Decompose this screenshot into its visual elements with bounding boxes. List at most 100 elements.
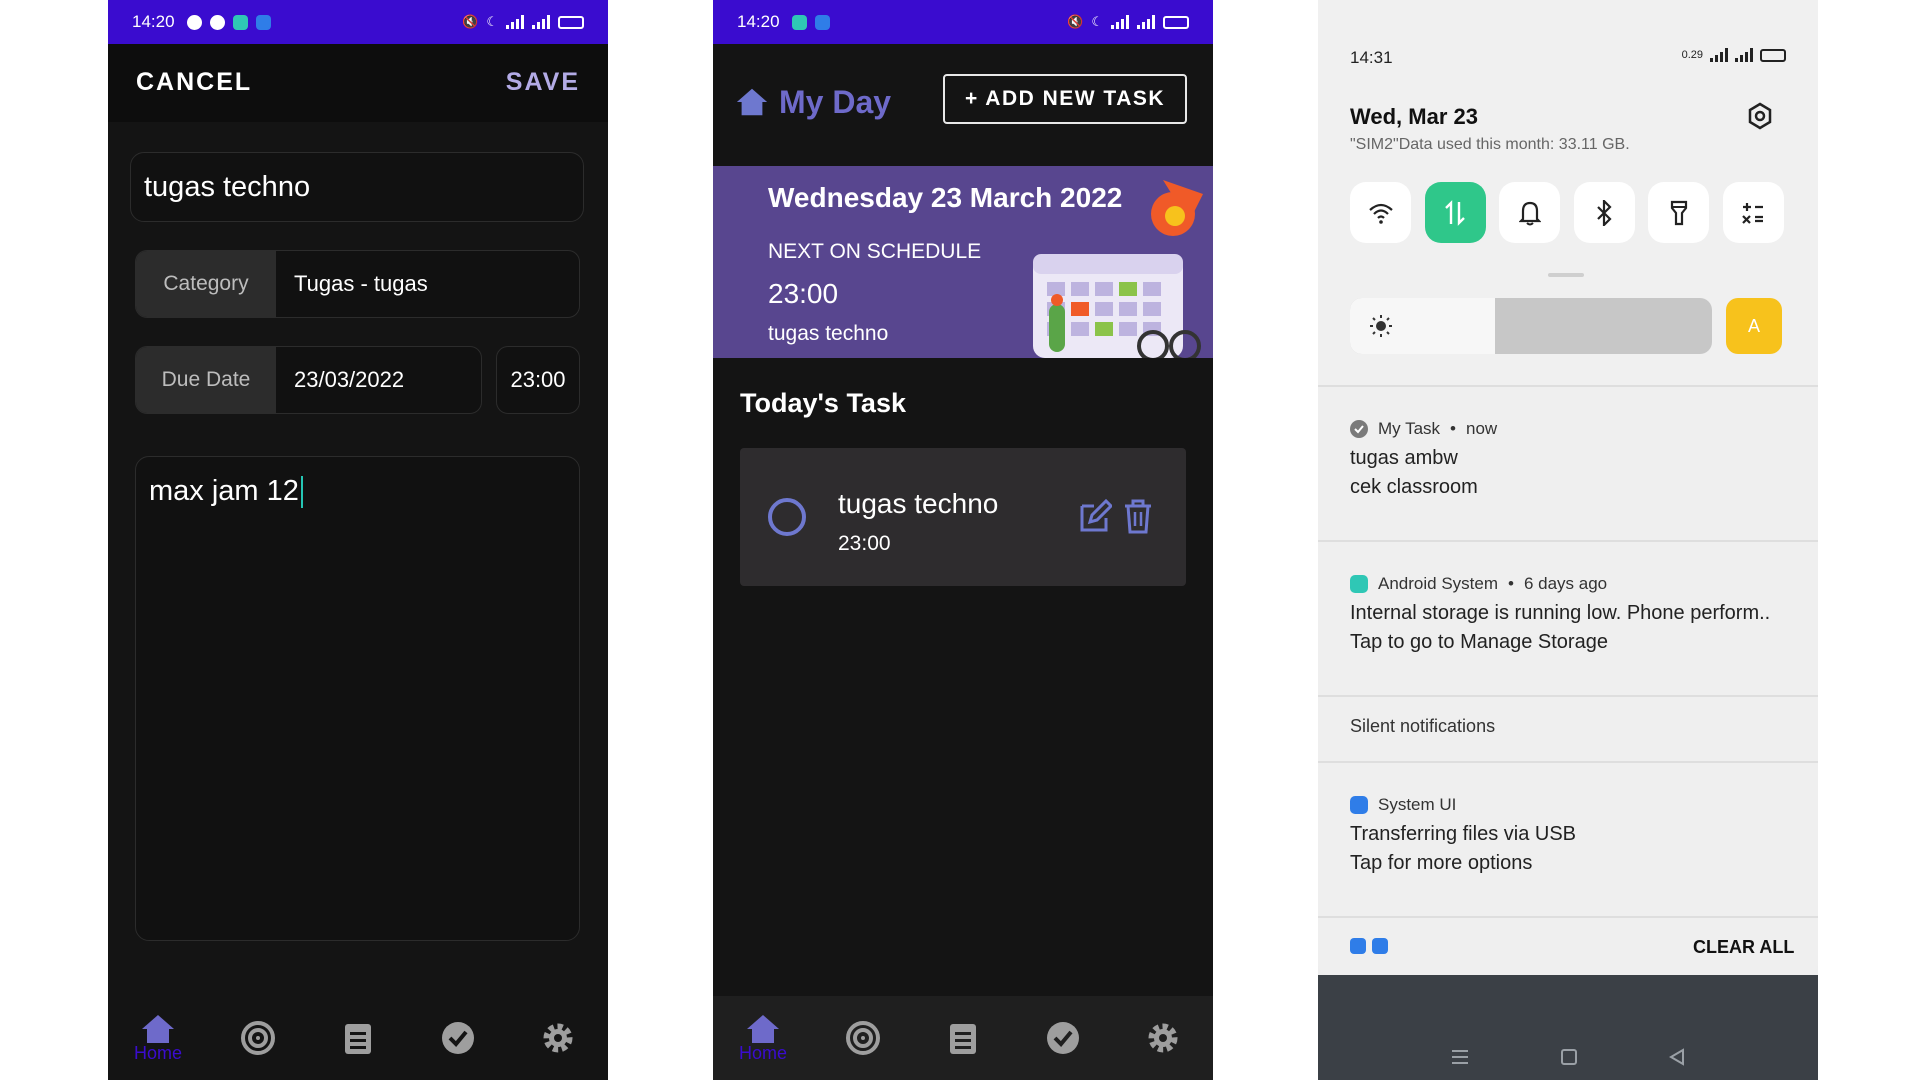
nav-goals[interactable] — [828, 1020, 898, 1056]
collapsed-app-icons — [1350, 938, 1388, 954]
edit-header: CANCEL SAVE — [108, 44, 608, 122]
notification-header: Android System • 6 days ago — [1350, 574, 1818, 594]
auto-brightness-button[interactable]: A — [1726, 298, 1782, 354]
drag-handle[interactable] — [1548, 273, 1584, 277]
notification-line-1: Internal storage is running low. Phone p… — [1350, 602, 1771, 624]
save-button[interactable]: SAVE — [506, 68, 580, 97]
task-complete-toggle[interactable] — [768, 498, 806, 536]
category-value: Tugas - tugas — [294, 271, 428, 296]
nav-tasks[interactable] — [323, 1020, 393, 1056]
gallery-app-icon — [1350, 938, 1366, 954]
home-icon — [142, 1014, 174, 1043]
add-new-task-button[interactable]: + ADD NEW TASK — [943, 74, 1187, 124]
message-notification-icon — [232, 14, 248, 30]
check-circle-icon — [1047, 1022, 1079, 1054]
calculator-icon — [1742, 202, 1764, 224]
trash-icon[interactable] — [1122, 498, 1154, 534]
notes-textarea[interactable]: max jam 12 — [135, 456, 580, 941]
nav-goals[interactable] — [223, 1020, 293, 1056]
due-date-field[interactable]: Due Date 23/03/2022 — [135, 346, 482, 414]
banner-task: tugas techno — [768, 322, 889, 345]
notification-line-2: Tap for more options — [1350, 852, 1533, 874]
nav-settings[interactable] — [1128, 1020, 1198, 1056]
calendar-illustration — [1033, 180, 1203, 358]
nav-settings[interactable] — [523, 1020, 593, 1056]
menu-icon[interactable] — [1450, 1048, 1470, 1066]
brightness-slider[interactable] — [1350, 298, 1712, 354]
battery-icon — [1163, 15, 1189, 29]
battery-icon — [558, 15, 584, 29]
nav-done[interactable] — [423, 1020, 493, 1056]
nav-home[interactable]: Home — [728, 1013, 798, 1064]
shade-date: Wed, Mar 23 — [1350, 104, 1478, 129]
settings-gear-icon[interactable] — [1746, 102, 1774, 130]
sun-icon — [1370, 315, 1392, 337]
notification-header: My Task • now — [1350, 419, 1818, 439]
clipboard-icon — [950, 1024, 976, 1054]
nav-tasks[interactable] — [928, 1020, 998, 1056]
back-icon[interactable] — [1668, 1048, 1686, 1066]
section-title: Today's Task — [740, 388, 906, 418]
bell-icon — [1518, 201, 1541, 225]
due-date-value: 23/03/2022 — [294, 367, 405, 392]
quick-settings-panel: 14:31 0.29 Wed, Mar 23 "SIM2"Data used t… — [1318, 0, 1818, 385]
status-indicators: 🔇 ☾ — [462, 14, 584, 30]
separator-dot: • — [1508, 574, 1514, 593]
banner-next-label: NEXT ON SCHEDULE — [768, 240, 982, 263]
home-icon — [747, 1014, 779, 1043]
usb-notification-icon — [814, 14, 830, 30]
target-icon — [846, 1021, 880, 1055]
my-day-header: My Day + ADD NEW TASK — [713, 44, 1213, 164]
my-day-screen: 14:20 🔇 ☾ My Day + ADD NEW TASK Wednesda… — [713, 0, 1213, 1080]
task-card[interactable]: tugas techno 23:00 — [740, 448, 1186, 586]
cancel-button[interactable]: CANCEL — [136, 68, 252, 97]
sound-toggle[interactable] — [1499, 182, 1561, 243]
edit-icon[interactable] — [1076, 498, 1112, 534]
flashlight-toggle[interactable] — [1648, 182, 1710, 243]
notification-time: now — [1466, 419, 1498, 438]
notification-time: 6 days ago — [1523, 574, 1608, 593]
mobile-data-toggle[interactable] — [1424, 182, 1486, 243]
home-square-icon[interactable] — [1560, 1048, 1578, 1066]
silent-notifications-label: Silent notifications — [1350, 716, 1496, 736]
notification-system-ui[interactable]: System UI Transferring files via USB Tap… — [1318, 761, 1818, 916]
signal-icon — [506, 15, 524, 29]
category-field[interactable]: Category Tugas - tugas — [135, 250, 580, 318]
home-icon — [736, 88, 768, 116]
task-title-input[interactable]: tugas techno — [130, 152, 584, 222]
check-notification-icon — [209, 14, 225, 30]
notification-app-name: Android System — [1378, 574, 1498, 593]
status-indicators: 🔇 ☾ — [1067, 14, 1189, 30]
app-notification-icon — [186, 14, 202, 30]
status-indicators: 0.29 — [1682, 48, 1786, 62]
due-time-field[interactable]: 23:00 — [496, 346, 580, 414]
signal-4g-icon — [1137, 15, 1155, 29]
gear-icon — [543, 1023, 573, 1053]
check-app-icon — [1350, 420, 1368, 438]
category-label: Category — [136, 251, 276, 317]
bluetooth-icon — [1597, 199, 1612, 226]
task-time: 23:00 — [838, 532, 891, 555]
wifi-toggle[interactable] — [1350, 182, 1411, 243]
mute-icon: 🔇 — [462, 14, 479, 29]
bluetooth-toggle[interactable] — [1573, 182, 1635, 243]
status-time: 14:31 — [1350, 48, 1393, 67]
signal-4g-icon — [1735, 48, 1753, 62]
wifi-icon — [1368, 203, 1393, 224]
calculator-toggle[interactable] — [1722, 182, 1784, 243]
nav-home[interactable]: Home — [123, 1013, 193, 1064]
moon-icon: ☾ — [1091, 14, 1103, 29]
flashlight-icon — [1670, 200, 1687, 225]
net-speed: 0.29 — [1681, 49, 1703, 61]
usb-app-icon — [1372, 938, 1388, 954]
nav-home-label: Home — [133, 1042, 182, 1063]
schedule-banner: Wednesday 23 March 2022 NEXT ON SCHEDULE… — [713, 166, 1213, 358]
nav-done[interactable] — [1028, 1020, 1098, 1056]
notification-my-task[interactable]: My Task • now tugas ambw cek classroom — [1318, 385, 1818, 540]
battery-icon — [1760, 48, 1786, 62]
notification-line-2: Tap to go to Manage Storage — [1350, 631, 1608, 653]
mute-icon: 🔇 — [1067, 14, 1084, 29]
notification-android-system[interactable]: Android System • 6 days ago Internal sto… — [1318, 540, 1818, 695]
signal-icon — [1111, 15, 1129, 29]
clear-all-button[interactable]: CLEAR ALL — [1693, 937, 1794, 958]
